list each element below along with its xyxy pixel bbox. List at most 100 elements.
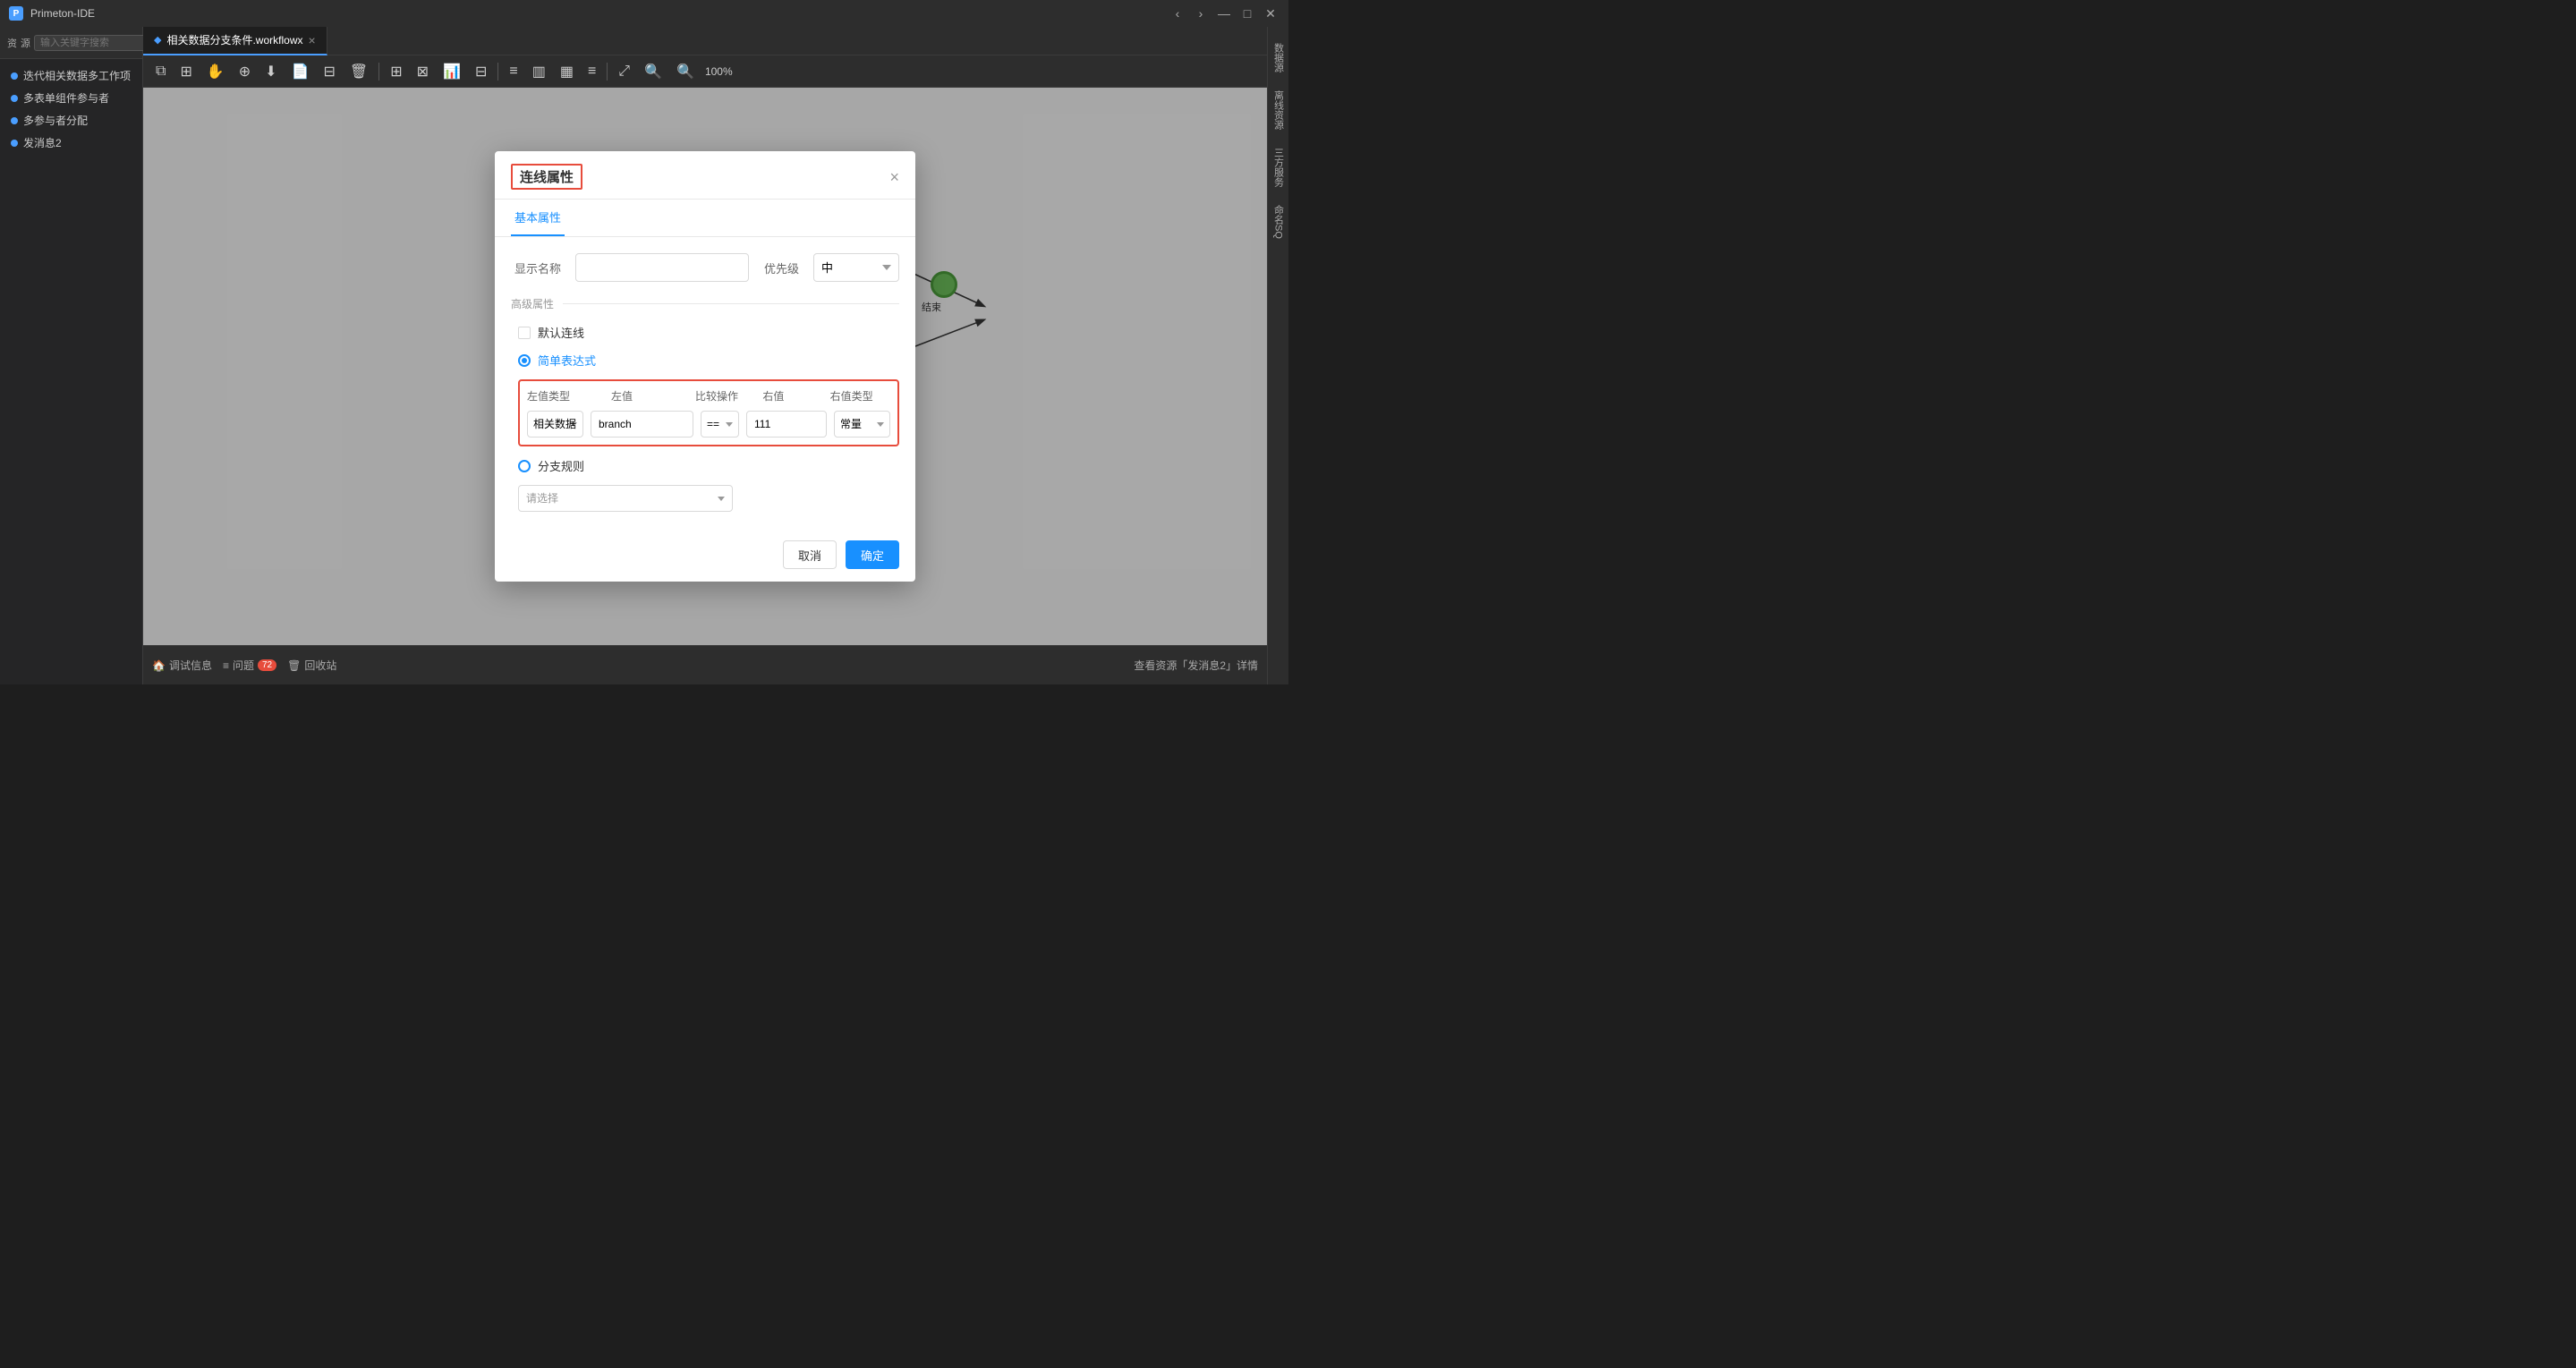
main-layout: 资 源 ⊞ ↻ ≡ ▤ 迭代相关数据多工作项 多表单组件参与者 多参与者分配: [0, 27, 1288, 684]
expr-headers: 左值类型 左值 比较操作 右值 右值类型: [527, 388, 890, 404]
minimize-btn[interactable]: —: [1215, 4, 1233, 22]
right-tab-third-party[interactable]: 三方服务: [1268, 140, 1289, 194]
app-title: Primeton-IDE: [30, 7, 95, 20]
bars-btn[interactable]: ▦: [557, 61, 577, 82]
home-icon: 🏠: [152, 659, 166, 672]
right-tab-datasource[interactable]: 数据源: [1268, 36, 1289, 80]
minus-btn[interactable]: ⊟: [320, 61, 339, 82]
branch-rule-radio[interactable]: [518, 460, 531, 472]
confirm-button[interactable]: 确定: [846, 540, 899, 569]
left-sidebar: 资 源 ⊞ ↻ ≡ ▤ 迭代相关数据多工作项 多表单组件参与者 多参与者分配: [0, 27, 143, 684]
default-connection-row: 默认连线: [511, 324, 899, 341]
advanced-section-divider: 高级属性: [511, 296, 899, 311]
status-bar: 🏠 调试信息 ≡ 问题 72 🗑 回收站 查看资源「发消息2」详情: [143, 645, 1267, 684]
modal-footer: 取消 确定: [495, 531, 915, 582]
tab-workflow[interactable]: ◆ 相关数据分支条件.workflowx ×: [143, 27, 327, 55]
advanced-label: 高级属性: [511, 296, 554, 311]
add-btn[interactable]: ⊕: [235, 61, 254, 82]
list-item[interactable]: 发消息2: [0, 132, 142, 154]
recycle-icon: 🗑: [287, 659, 301, 672]
modal-close-btn[interactable]: ×: [889, 169, 899, 185]
compare-op-select[interactable]: == != > <: [701, 411, 739, 438]
delete-btn[interactable]: 🗑: [346, 61, 371, 82]
simple-expression-radio[interactable]: [518, 354, 531, 367]
default-connection-checkbox[interactable]: [518, 327, 531, 339]
right-value-header: 右值: [762, 388, 822, 404]
list-item[interactable]: 多参与者分配: [0, 109, 142, 132]
source-status-text: 查看资源「发消息2」详情: [1134, 658, 1258, 673]
modal-header: 连线属性 ×: [495, 151, 915, 200]
branch-rule-option-row: 分支规则: [511, 457, 899, 474]
debug-label: 调试信息: [169, 658, 212, 673]
priority-select[interactable]: 低 中 高: [813, 253, 899, 282]
modal-body: 显示名称 优先级 低 中 高: [495, 237, 915, 531]
expression-table: 左值类型 左值 比较操作 右值 右值类型 相关数据 流程变量 常量: [518, 379, 899, 446]
list-item[interactable]: 迭代相关数据多工作项: [0, 64, 142, 87]
connection-properties-modal: 连线属性 × 基本属性 显示名称: [495, 151, 915, 582]
debug-info-item[interactable]: 🏠 调试信息: [152, 658, 212, 673]
list-item[interactable]: 多表单组件参与者: [0, 87, 142, 109]
maximize-btn[interactable]: □: [1238, 4, 1256, 22]
left-type-select[interactable]: 相关数据 流程变量 常量: [527, 411, 583, 438]
display-name-label: 显示名称: [511, 259, 561, 276]
align-left-btn[interactable]: ≡: [506, 62, 521, 81]
left-value-input[interactable]: [591, 411, 693, 438]
form-row-display: 显示名称 优先级 低 中 高: [511, 253, 899, 282]
branch-rule-row: 请选择: [518, 485, 899, 512]
center-btn[interactable]: ≡: [584, 62, 599, 81]
align-center-btn[interactable]: ▥: [529, 61, 549, 82]
sidebar-list: 迭代相关数据多工作项 多表单组件参与者 多参与者分配 发消息2: [0, 59, 142, 684]
nav-back-btn[interactable]: ‹: [1169, 4, 1186, 22]
fullscreen-btn[interactable]: ⤢: [615, 62, 633, 81]
title-bar: P Primeton-IDE ‹ › — □ ✕: [0, 0, 1288, 27]
close-btn[interactable]: ✕: [1262, 4, 1279, 22]
toolbar-divider2: [497, 63, 498, 81]
app-icon: P: [9, 6, 23, 21]
chart-btn[interactable]: 📊: [439, 61, 464, 82]
left-type-header: 左值类型: [527, 388, 604, 404]
right-tab-named-sq[interactable]: 命名SQ: [1268, 198, 1289, 246]
simple-expression-label: 简单表达式: [538, 352, 596, 369]
file-btn[interactable]: 📄: [288, 61, 313, 82]
tabs-bar: ◆ 相关数据分支条件.workflowx ×: [143, 27, 1267, 55]
modal-tabs: 基本属性: [495, 200, 915, 237]
cancel-button[interactable]: 取消: [783, 540, 837, 569]
tab-close-btn[interactable]: ×: [308, 33, 315, 47]
right-type-select[interactable]: 常量 流程变量 相关数据: [834, 411, 890, 438]
left-value-header: 左值: [611, 388, 688, 404]
expr-data-row: 相关数据 流程变量 常量 == != > <: [527, 411, 890, 438]
divider-line: [563, 303, 899, 304]
dot-icon: [11, 117, 18, 124]
right-type-header: 右值类型: [830, 388, 890, 404]
paste-btn[interactable]: ⊞: [176, 61, 195, 82]
problems-label: 问题: [233, 658, 254, 673]
branch-rule-select[interactable]: 请选择: [518, 485, 733, 512]
table-btn[interactable]: ⊞: [387, 61, 405, 82]
simple-expression-row: 简单表达式: [511, 352, 899, 369]
hand-btn[interactable]: ✋: [203, 61, 228, 82]
tab-basic-properties[interactable]: 基本属性: [511, 200, 565, 236]
priority-group: 优先级 低 中 高: [763, 253, 899, 282]
cols-btn[interactable]: ⊟: [472, 61, 490, 82]
sidebar-header: 资 源 ⊞ ↻ ≡ ▤: [0, 27, 142, 59]
title-bar-controls: ‹ › — □ ✕: [1169, 4, 1279, 22]
branch-rule-label: 分支规则: [538, 457, 584, 474]
recycle-item[interactable]: 🗑 回收站: [287, 658, 336, 673]
dot-icon: [11, 72, 18, 80]
download-btn[interactable]: ⬇: [261, 61, 280, 82]
copy-btn[interactable]: ⧉: [152, 62, 169, 81]
problems-item[interactable]: ≡ 问题 72: [223, 658, 276, 673]
table2-btn[interactable]: ⊠: [413, 61, 432, 82]
workflow-canvas[interactable]: 👤 人工活动2 👤 人工活动3 结束 连线属性 ×: [143, 88, 1267, 645]
priority-label: 优先级: [763, 259, 799, 276]
right-sidebar: 数据源 离线资源 三方服务 命名SQ: [1267, 27, 1288, 684]
display-name-input[interactable]: [575, 253, 749, 282]
problems-badge: 72: [258, 659, 276, 671]
zoom-in-btn[interactable]: 🔍: [641, 61, 666, 82]
list-icon: ≡: [223, 659, 229, 672]
nav-forward-btn[interactable]: ›: [1192, 4, 1210, 22]
right-value-input[interactable]: [746, 411, 827, 438]
zoom-out-btn[interactable]: 🔍: [673, 61, 698, 82]
right-tab-offline[interactable]: 离线资源: [1268, 83, 1289, 137]
dot-icon: [11, 95, 18, 102]
